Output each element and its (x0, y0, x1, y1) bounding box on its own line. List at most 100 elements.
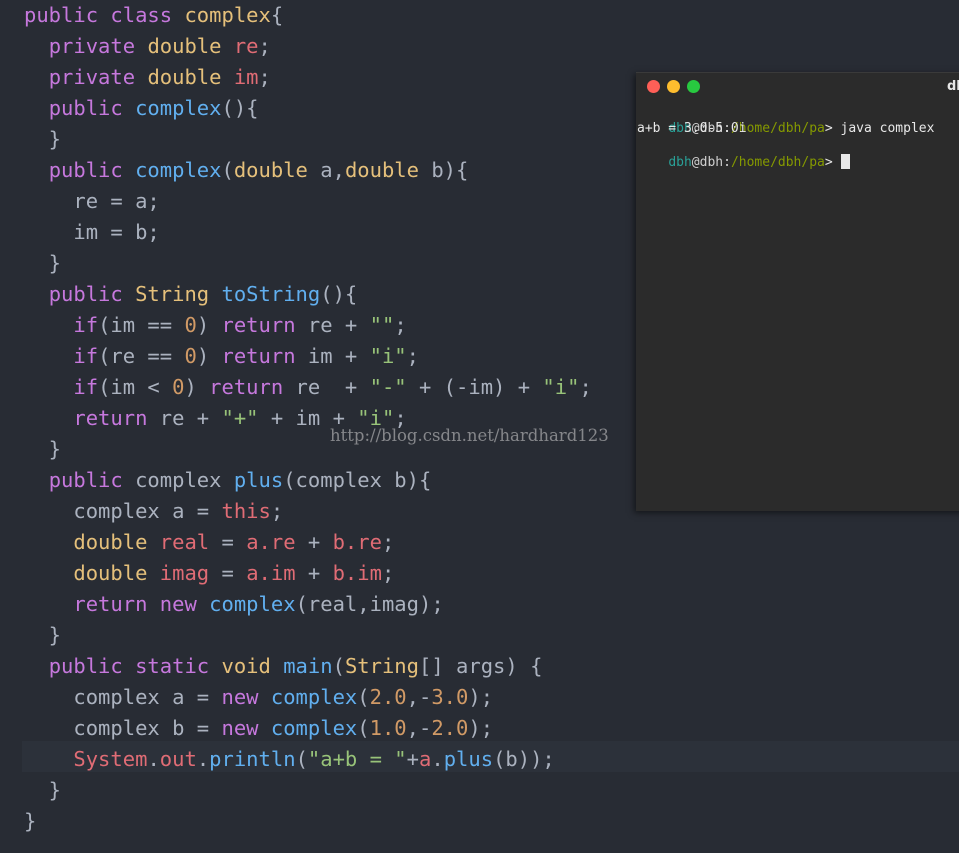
code-line-4[interactable]: public complex(){ (24, 93, 259, 124)
terminal-command: java complex (832, 121, 935, 136)
code-token-variable: a.im (246, 561, 296, 585)
prompt-host: dbh (699, 155, 724, 170)
terminal-window[interactable]: dl dbh@dbh:/home/dbh/pa> java complex a+… (636, 72, 959, 511)
code-token-number: 0 (184, 344, 197, 368)
code-token-number: 2.0 (431, 716, 469, 740)
code-line-25[interactable]: System.out.println("a+b = "+a.plus(b)); (24, 744, 555, 775)
prompt-user: dbh (668, 155, 692, 170)
code-token-type: double (233, 158, 308, 182)
code-token-plain: (){ (320, 282, 358, 306)
code-line-22[interactable]: public static void main(String[] args) { (24, 651, 543, 682)
code-token-plain: ,- (406, 716, 432, 740)
code-token-function: plus (443, 747, 494, 771)
code-line-6[interactable]: public complex(double a,double b){ (24, 155, 469, 186)
code-token-plain: (b)); (493, 747, 555, 771)
code-line-12[interactable]: if(re == 0) return im + "i"; (24, 341, 419, 372)
code-token-function: complex (135, 96, 222, 120)
minimize-window-button[interactable] (667, 80, 680, 93)
code-line-1[interactable]: public class complex{ (24, 0, 283, 31)
code-token-string: "i" (369, 344, 407, 368)
code-line-13[interactable]: if(im < 0) return re + "-" + (-im) + "i"… (24, 372, 591, 403)
code-token-keyword: return (73, 406, 148, 430)
code-token-plain: ; (394, 313, 407, 337)
code-token-plain: + (295, 530, 333, 554)
code-token-keyword: private (48, 34, 136, 58)
code-token-type: double (147, 65, 222, 89)
code-line-5[interactable]: } (24, 124, 61, 155)
code-token-plain: ( (357, 716, 370, 740)
code-line-19[interactable]: double imag = a.im + b.im; (24, 558, 394, 589)
code-line-7[interactable]: re = a; (24, 186, 159, 217)
code-token-plain: im + (295, 344, 370, 368)
code-token-function: complex (135, 158, 222, 182)
code-token-type: double (73, 530, 148, 554)
code-token-variable: b.re (332, 530, 382, 554)
code-line-24[interactable]: complex b = new complex(1.0,-2.0); (24, 713, 493, 744)
terminal-prompt-line[interactable]: dbh@dbh:/home/dbh/pa> (637, 137, 850, 170)
code-line-11[interactable]: if(im == 0) return re + ""; (24, 310, 407, 341)
code-token-variable: im (233, 65, 259, 89)
code-line-26[interactable]: } (24, 775, 61, 806)
code-token-keyword: public (48, 654, 123, 678)
code-token-plain: } (24, 251, 62, 275)
code-token-variable: real (159, 530, 210, 554)
prompt-at: @ (691, 155, 700, 170)
code-line-20[interactable]: return new complex(real,imag); (24, 589, 443, 620)
code-token-function: println (209, 747, 296, 771)
code-line-17[interactable]: complex a = this; (24, 496, 283, 527)
code-token-plain: ; (270, 499, 284, 523)
code-line-18[interactable]: double real = a.re + b.re; (24, 527, 394, 558)
code-token-function: toString (221, 282, 321, 306)
code-token-plain: + (295, 561, 333, 585)
code-token-plain: ); (468, 716, 494, 740)
close-window-button[interactable] (647, 80, 660, 93)
code-token-keyword: public (48, 158, 123, 182)
code-token-plain: } (24, 127, 62, 151)
code-token-plain: } (24, 623, 62, 647)
code-token-string: "+" (221, 406, 259, 430)
code-line-2[interactable]: private double re; (24, 31, 271, 62)
terminal-titlebar[interactable]: dl (636, 73, 959, 101)
code-line-3[interactable]: private double im; (24, 62, 271, 93)
code-token-keyword: new (221, 716, 259, 740)
terminal-title: dl (947, 79, 959, 94)
code-line-16[interactable]: public complex plus(complex b){ (24, 465, 432, 496)
code-token-plain: = (209, 530, 247, 554)
code-line-21[interactable]: } (24, 620, 61, 651)
code-token-plain: } (24, 437, 62, 461)
code-token-plain: im = b; (24, 220, 160, 244)
code-token-plain: re + (147, 406, 222, 430)
code-token-keyword: public (48, 96, 123, 120)
code-token-plain: . (147, 747, 160, 771)
code-line-27[interactable]: } (24, 806, 36, 837)
code-token-plain: re + (295, 313, 370, 337)
code-token-function: plus (233, 468, 284, 492)
code-token-keyword: public (48, 282, 123, 306)
code-token-keyword: if (73, 313, 99, 337)
code-token-plain: + (406, 747, 419, 771)
terminal-output-line: a+b = 3.0-5.0i (637, 121, 747, 136)
code-line-9[interactable]: } (24, 248, 61, 279)
code-line-8[interactable]: im = b; (24, 217, 160, 248)
code-line-10[interactable]: public String toString(){ (24, 279, 358, 310)
maximize-window-button[interactable] (687, 80, 700, 93)
code-token-plain: a, (307, 158, 345, 182)
code-token-keyword: class (110, 3, 173, 27)
code-line-23[interactable]: complex a = new complex(2.0,-3.0); (24, 682, 493, 713)
code-line-15[interactable]: } (24, 434, 61, 465)
code-token-plain: complex a = (24, 685, 222, 709)
